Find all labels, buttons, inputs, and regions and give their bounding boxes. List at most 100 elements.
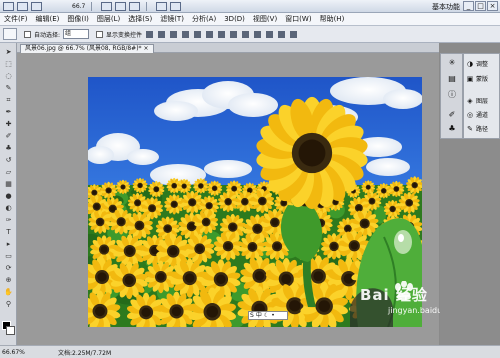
hand-tool-icon[interactable] [101,1,113,11]
layers-icon: ◈ [467,96,473,105]
layers-panel-tab[interactable]: ◈ 图层 [466,96,488,106]
paths-panel-tab[interactable]: ✎ 路径 [466,124,488,134]
menu-help[interactable]: 帮助(H) [316,14,349,24]
options-bar: 自动选择: 组 显示变换控件 [0,26,500,43]
menu-layer[interactable]: 图层(L) [93,14,124,24]
channels-icon: ◎ [466,110,474,119]
tab-close-icon[interactable]: × [143,45,148,52]
distribute-center-icon[interactable] [266,30,274,38]
auto-select-label: 自动选择: [34,31,61,39]
info-panel-icon[interactable]: ⓘ [446,90,458,100]
lasso-tool-icon[interactable]: ◌ [3,71,14,81]
move-tool-preset-icon[interactable] [3,28,17,40]
panel-empty-area [440,139,500,345]
app-bar: 66.7 基本功能 _ □ × [0,0,500,13]
clone-stamp-icon[interactable]: ♣ [3,143,14,153]
status-zoom[interactable]: 66.67% [0,349,25,356]
toolbox: ➤ ⬚ ◌ ✎ ⌗ ✒ ✚ ✐ ♣ ↺ ▱ ▦ ● ◐ ✑ T ▸ ▭ ⟳ ⊕ … [0,43,17,345]
auto-select-dropdown[interactable]: 组 [63,29,90,39]
window-controls: _ □ × [463,1,498,11]
auto-select-checkbox[interactable] [24,30,31,38]
minimize-button[interactable]: _ [463,1,474,11]
align-bottom-icon[interactable] [170,30,178,38]
zoom-tool-icon[interactable] [115,1,127,11]
ime-mode[interactable]: 中 [256,312,262,319]
adjustments-panel-tab[interactable]: ◑ 调整 [466,59,488,69]
quick-select-tool-icon[interactable]: ✎ [3,83,14,93]
distribute-middle-icon[interactable] [230,30,238,38]
type-tool-icon[interactable]: T [3,227,14,237]
screen-mode-icon[interactable] [170,1,182,11]
panel-dock-expanded: ◑ 调整 ▣ 蒙版 ◈ 图层 ◎ 通道 ✎ 路径 [463,53,500,139]
distribute-top-icon[interactable] [218,30,226,38]
menu-filter[interactable]: 滤镜(T) [156,14,188,24]
masks-icon: ▣ [466,74,474,83]
align-middle-icon[interactable] [158,30,166,38]
ps-logo-icon [3,1,14,11]
clone-source-panel-icon[interactable]: ♣ [446,124,458,134]
rotate-view-icon[interactable] [129,1,141,11]
dodge-tool-icon[interactable]: ◐ [3,203,14,213]
workspace-switcher[interactable]: 基本功能 [432,2,460,12]
align-top-icon[interactable] [146,30,154,38]
shape-tool-icon[interactable]: ▭ [3,251,14,261]
distribute-left-icon[interactable] [254,30,262,38]
show-transform-checkbox[interactable] [96,30,104,38]
healing-brush-icon[interactable]: ✚ [3,119,14,129]
brush-tool-icon[interactable]: ✐ [3,131,14,141]
menu-view[interactable]: 视图(V) [249,14,281,24]
eraser-tool-icon[interactable]: ▱ [3,167,14,177]
document-tab-title: 风景06.jpg @ 66.7% (风景08, RGB/8#)* [25,45,142,52]
pen-tool-icon[interactable]: ✑ [3,215,14,225]
align-center-icon[interactable] [194,30,202,38]
marquee-tool-icon[interactable]: ⬚ [3,59,14,69]
move-tool-icon[interactable]: ➤ [3,47,14,57]
bridge-icon[interactable] [17,1,28,11]
gradient-tool-icon[interactable]: ▦ [3,179,14,189]
paths-icon: ✎ [467,124,473,133]
eyedropper-tool-icon[interactable]: ✒ [3,107,14,117]
zoom-tool-icon[interactable]: ⚲ [3,299,14,309]
distribute-right-icon[interactable] [278,30,286,38]
menu-file[interactable]: 文件(F) [0,14,32,24]
restore-button[interactable]: □ [475,1,486,11]
3d-rotate-tool-icon[interactable]: ⟳ [3,263,14,273]
view-extras-icon[interactable] [31,1,42,11]
align-left-icon[interactable] [182,30,190,38]
menu-window[interactable]: 窗口(W) [281,14,315,24]
history-brush-icon[interactable]: ↺ [3,155,14,165]
menu-bar: 文件(F) 编辑(E) 图像(I) 图层(L) 选择(S) 滤镜(T) 分析(A… [0,13,500,26]
arrange-documents-icon[interactable] [156,1,168,11]
close-button[interactable]: × [487,1,498,11]
menu-analysis[interactable]: 分析(A) [188,14,220,24]
background-color-swatch[interactable] [6,326,15,335]
hand-tool-icon[interactable]: ✋ [3,287,14,297]
punctuation-icon[interactable]: • [271,312,275,319]
show-transform-label: 显示变换控件 [106,31,143,39]
auto-align-icon[interactable] [290,30,298,38]
baidu-watermark: Bai 经验 [360,286,428,304]
blur-tool-icon[interactable]: ● [3,191,14,201]
navigator-panel-icon[interactable]: ✳ [446,58,458,68]
channels-panel-tab[interactable]: ◎ 通道 [466,110,488,120]
status-doc-size: 文档:2.25M/7.72M [58,349,112,357]
brush-panel-icon[interactable]: ✐ [446,110,458,120]
menu-edit[interactable]: 编辑(E) [32,14,64,24]
crop-tool-icon[interactable]: ⌗ [3,95,14,105]
moon-icon[interactable]: ☾ [264,312,269,319]
distribute-bottom-icon[interactable] [242,30,250,38]
path-select-tool-icon[interactable]: ▸ [3,239,14,249]
masks-panel-tab[interactable]: ▣ 蒙版 [466,74,488,84]
histogram-panel-icon[interactable]: ▤ [446,74,458,84]
menu-select[interactable]: 选择(S) [124,14,156,24]
align-right-icon[interactable] [206,30,214,38]
menu-image[interactable]: 图像(I) [63,14,93,24]
menu-3d[interactable]: 3D(D) [220,15,249,23]
status-bar: 66.67% 文档:2.25M/7.72M [0,345,500,358]
zoom-level[interactable]: 66.7 [72,3,85,10]
document-tab[interactable]: 风景06.jpg @ 66.7% (风景08, RGB/8#)* × [20,44,154,53]
3d-orbit-tool-icon[interactable]: ⊕ [3,275,14,285]
ime-toolbar[interactable]: S 中 ☾ • [248,311,288,320]
panel-dock-collapsed: ✳ ▤ ⓘ ✐ ♣ [440,53,463,139]
ime-logo-icon: S [250,312,254,319]
